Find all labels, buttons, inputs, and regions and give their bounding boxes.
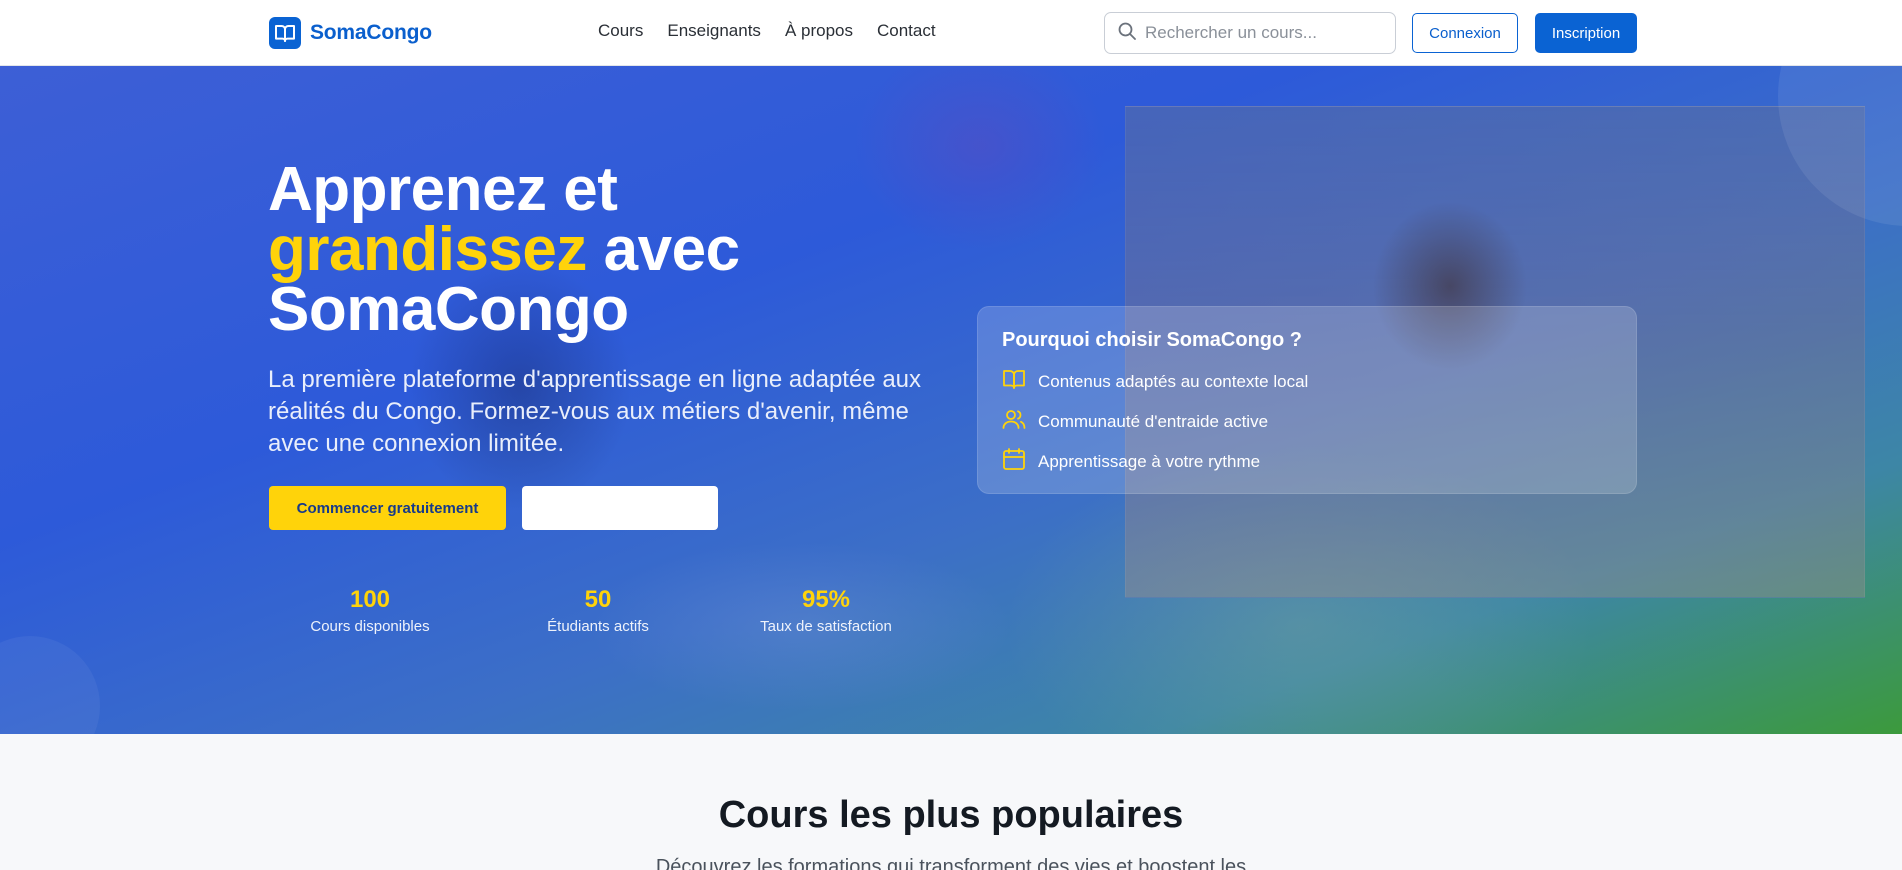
why-item-label: Apprentissage à votre rythme <box>1038 451 1261 471</box>
hero-subtitle: La première plateforme d'apprentissage e… <box>268 366 922 457</box>
stat-label: Cours disponibles <box>310 618 430 635</box>
start-free-button[interactable]: Commencer gratuitement <box>269 486 506 530</box>
stat-value: 100 <box>349 586 391 613</box>
why-item-community: Communauté d'entraide active <box>1002 408 1612 435</box>
nav-link-cours[interactable]: Cours <box>598 21 643 41</box>
book-logo-icon <box>269 17 301 49</box>
stat-label: Taux de satisfaction <box>760 618 892 635</box>
section-subtitle: Découvrez les formations qui transformen… <box>655 856 1247 870</box>
logo[interactable]: SomaCongo <box>269 17 432 49</box>
signup-button[interactable]: Inscription <box>1535 13 1637 53</box>
headline-rest: avec <box>586 215 740 284</box>
stat-value: 95% <box>801 586 851 613</box>
headline-accent: grandissez <box>268 215 587 284</box>
headline-line-3: SomaCongo <box>268 275 629 344</box>
users-icon <box>1002 408 1026 435</box>
calendar-icon <box>1002 448 1026 475</box>
stat-label: Étudiants actifs <box>547 618 649 635</box>
section-title: Cours les plus populaires <box>718 794 1184 836</box>
stat-value: 50 <box>584 586 612 613</box>
why-item-local-content: Contenus adaptés au contexte local <box>1002 368 1612 395</box>
search-icon <box>1118 22 1136 45</box>
hero-section: Apprenez et grandissez avec SomaCongo La… <box>0 66 1902 734</box>
popular-courses-section: Cours les plus populaires Découvrez les … <box>0 734 1902 870</box>
why-item-own-pace: Apprentissage à votre rythme <box>1002 448 1612 475</box>
headline-line-1: Apprenez et <box>268 155 618 224</box>
nav-link-contact[interactable]: Contact <box>877 21 936 41</box>
stat-satisfaction: 95% Taux de satisfaction <box>726 586 926 635</box>
login-button[interactable]: Connexion <box>1412 13 1518 53</box>
main-nav: Cours Enseignants À propos Contact <box>598 21 936 41</box>
logo-text: SomaCongo <box>310 21 432 44</box>
search-input[interactable] <box>1145 23 1375 43</box>
nav-link-enseignants[interactable]: Enseignants <box>667 21 761 41</box>
why-card-title: Pourquoi choisir SomaCongo ? <box>1002 329 1302 351</box>
stat-courses: 100 Cours disponibles <box>270 586 470 635</box>
why-choose-card: Pourquoi choisir SomaCongo ? Contenus ad… <box>977 306 1637 494</box>
secondary-button[interactable] <box>522 486 718 530</box>
nav-link-a-propos[interactable]: À propos <box>785 21 853 41</box>
stat-students: 50 Étudiants actifs <box>498 586 698 635</box>
why-item-label: Communauté d'entraide active <box>1038 411 1269 431</box>
book-open-icon <box>1002 368 1026 395</box>
why-item-label: Contenus adaptés au contexte local <box>1038 371 1309 391</box>
top-navbar: SomaCongo Cours Enseignants À propos Con… <box>0 0 1902 66</box>
hero-headline: Apprenez et grandissez avec SomaCongo <box>268 159 968 341</box>
search-box[interactable] <box>1104 12 1396 54</box>
